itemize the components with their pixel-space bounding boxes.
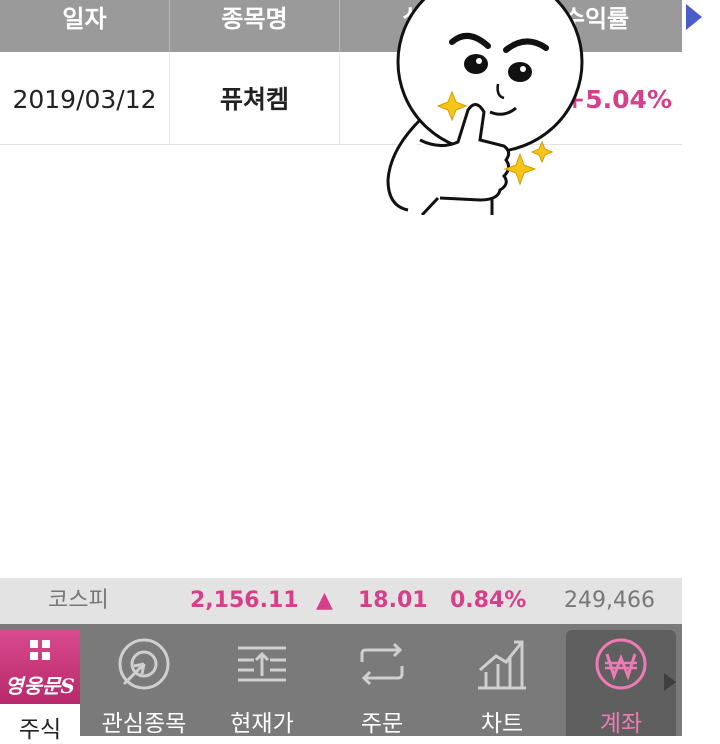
nav-label-stock: 주식 [18,717,62,743]
index-up-icon: ▲ [316,588,333,613]
logo-tile: 영웅문S [0,630,80,704]
index-change: 18.01 [358,588,428,613]
grid-icon [30,640,50,660]
nav-item-stock[interactable]: 영웅문S 주식 [0,630,80,743]
index-value: 2,156.11 [190,588,299,613]
bottom-nav: 영웅문S 주식 관심종목 현재가 주문 차트 계좌 [0,624,682,743]
thumbs-up-sticker [386,0,584,215]
nav-item-order[interactable]: 주문 [334,624,430,737]
index-name: 코스피 [48,588,109,613]
row-date: 2019/03/12 [0,52,170,144]
market-index-bar[interactable]: 코스피 2,156.11 ▲ 18.01 0.84% 249,466 [0,578,682,624]
index-volume: 249,466 [564,588,655,613]
chart-icon [478,640,526,690]
price-arrows-icon [238,646,286,682]
nav-label-current-price: 현재가 [230,711,294,737]
scroll-right-icon[interactable] [686,4,702,30]
nav-item-account[interactable]: 계좌 [566,630,676,737]
nav-label-order: 주문 [360,711,404,737]
nav-label-chart: 차트 [480,711,524,737]
row-stock-name: 퓨쳐켐 [170,52,340,144]
nav-label-account: 계좌 [599,711,643,737]
header-stock-name[interactable]: 종목명 [170,0,340,52]
target-arrow-icon [118,638,170,690]
header-date[interactable]: 일자 [0,0,170,52]
nav-item-current-price[interactable]: 현재가 [214,624,310,737]
won-icon [595,638,647,690]
app-logo: 영웅문S [5,674,75,698]
index-change-pct: 0.84% [450,588,527,613]
nav-more-icon[interactable] [664,673,676,691]
nav-item-watchlist[interactable]: 관심종목 [96,624,192,737]
nav-label-watchlist: 관심종목 [101,711,187,737]
nav-item-chart[interactable]: 차트 [454,624,550,737]
swap-arrows-icon [360,642,404,686]
